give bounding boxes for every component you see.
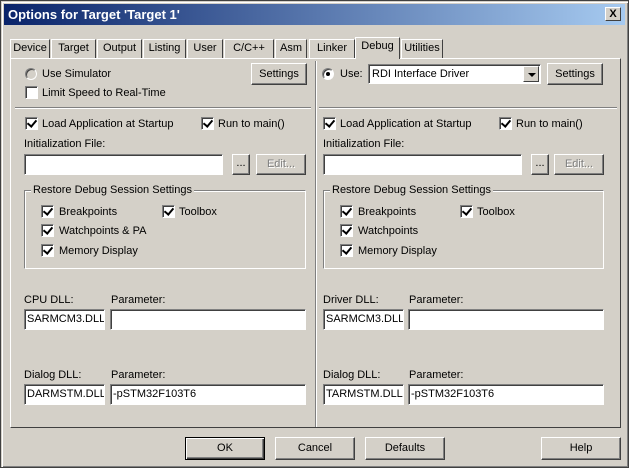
left-browse-button[interactable]: ... [232, 154, 250, 175]
tab-asm[interactable]: Asm [275, 39, 307, 58]
left-edit-button[interactable]: Edit... [256, 154, 306, 175]
right-load-app-label: Load Application at Startup [340, 118, 472, 130]
title-bar[interactable]: Options for Target 'Target 1' X [4, 4, 625, 25]
tab-debug[interactable]: Debug [355, 37, 400, 59]
limit-speed-label: Limit Speed to Real-Time [42, 87, 166, 99]
right-run-to-main-checkbox[interactable] [499, 117, 512, 130]
right-breakpoints-checkbox[interactable] [340, 205, 353, 218]
cpu-dll-input[interactable]: SARMCM3.DLL [24, 309, 105, 330]
right-memory-display-checkbox[interactable] [340, 244, 353, 257]
help-button[interactable]: Help [541, 437, 621, 460]
options-dialog: Options for Target 'Target 1' X Device T… [0, 0, 629, 468]
tab-utilities[interactable]: Utilities [401, 39, 443, 58]
left-dialog-dll-input[interactable]: DARMSTM.DLL [24, 384, 105, 405]
left-breakpoints-label: Breakpoints [59, 206, 118, 218]
left-memory-display-label: Memory Display [59, 245, 138, 257]
tab-target[interactable]: Target [51, 39, 96, 58]
right-toolbox-label: Toolbox [477, 206, 515, 218]
right-run-to-main-label: Run to main() [516, 118, 583, 130]
left-dialog-param-label: Parameter: [111, 369, 166, 381]
use-label: Use: [340, 68, 363, 80]
cpu-dll-label: CPU DLL: [24, 294, 74, 306]
right-init-file-input[interactable] [323, 154, 522, 175]
left-watchpoints-checkbox[interactable] [41, 224, 54, 237]
right-init-file-label: Initialization File: [323, 138, 405, 150]
left-init-file-input[interactable] [24, 154, 223, 175]
tab-linker[interactable]: Linker [309, 39, 355, 58]
left-dialog-dll-label: Dialog DLL: [24, 369, 82, 381]
driver-dll-label: Driver DLL: [323, 294, 379, 306]
left-restore-group-title: Restore Debug Session Settings [31, 184, 194, 196]
close-button[interactable]: X [605, 7, 621, 21]
driver-select-value: RDI Interface Driver [372, 68, 470, 80]
right-load-app-checkbox[interactable] [323, 117, 336, 130]
right-watchpoints-label: Watchpoints [358, 225, 419, 237]
use-driver-radio[interactable] [322, 68, 334, 80]
use-simulator-label: Use Simulator [42, 68, 112, 80]
left-load-app-checkbox[interactable] [25, 117, 38, 130]
cpu-param-label: Parameter: [111, 294, 166, 306]
right-divider [319, 107, 617, 109]
defaults-button[interactable]: Defaults [365, 437, 445, 460]
cancel-button[interactable]: Cancel [275, 437, 355, 460]
right-dialog-dll-input[interactable]: TARMSTM.DLL [323, 384, 404, 405]
right-breakpoints-label: Breakpoints [358, 206, 417, 218]
window-title: Options for Target 'Target 1' [8, 7, 180, 22]
driver-dll-input[interactable]: SARMCM3.DLL [323, 309, 404, 330]
right-watchpoints-checkbox[interactable] [340, 224, 353, 237]
left-run-to-main-label: Run to main() [218, 118, 285, 130]
right-dialog-param-input[interactable]: -pSTM32F103T6 [408, 384, 604, 405]
right-browse-button[interactable]: ... [531, 154, 549, 175]
left-divider [15, 107, 311, 109]
tab-c-cpp[interactable]: C/C++ [224, 39, 274, 58]
left-watchpoints-label: Watchpoints & PA [59, 225, 147, 237]
left-init-file-label: Initialization File: [24, 138, 106, 150]
left-memory-display-checkbox[interactable] [41, 244, 54, 257]
right-memory-display-label: Memory Display [358, 245, 437, 257]
left-load-app-label: Load Application at Startup [42, 118, 174, 130]
tab-device[interactable]: Device [10, 39, 50, 58]
left-dialog-param-input[interactable]: -pSTM32F103T6 [110, 384, 306, 405]
right-toolbox-checkbox[interactable] [460, 205, 473, 218]
left-breakpoints-checkbox[interactable] [41, 205, 54, 218]
tab-user[interactable]: User [187, 39, 223, 58]
right-dialog-dll-label: Dialog DLL: [323, 369, 381, 381]
driver-select[interactable]: RDI Interface Driver [368, 64, 541, 84]
right-dialog-param-label: Parameter: [409, 369, 464, 381]
simulator-settings-button[interactable]: Settings [251, 63, 307, 85]
driver-param-label: Parameter: [409, 294, 464, 306]
chevron-down-icon[interactable] [523, 66, 539, 82]
left-toolbox-checkbox[interactable] [162, 205, 175, 218]
left-run-to-main-checkbox[interactable] [201, 117, 214, 130]
tab-listing[interactable]: Listing [143, 39, 186, 58]
driver-settings-button[interactable]: Settings [547, 63, 603, 85]
ok-button[interactable]: OK [185, 437, 265, 460]
tab-output[interactable]: Output [97, 39, 142, 58]
driver-param-input[interactable] [408, 309, 604, 330]
right-edit-button[interactable]: Edit... [554, 154, 604, 175]
right-restore-group-title: Restore Debug Session Settings [330, 184, 493, 196]
limit-speed-checkbox[interactable] [25, 86, 38, 99]
left-toolbox-label: Toolbox [179, 206, 217, 218]
cpu-param-input[interactable] [110, 309, 306, 330]
use-simulator-radio[interactable] [25, 68, 37, 80]
vertical-divider [315, 61, 317, 427]
